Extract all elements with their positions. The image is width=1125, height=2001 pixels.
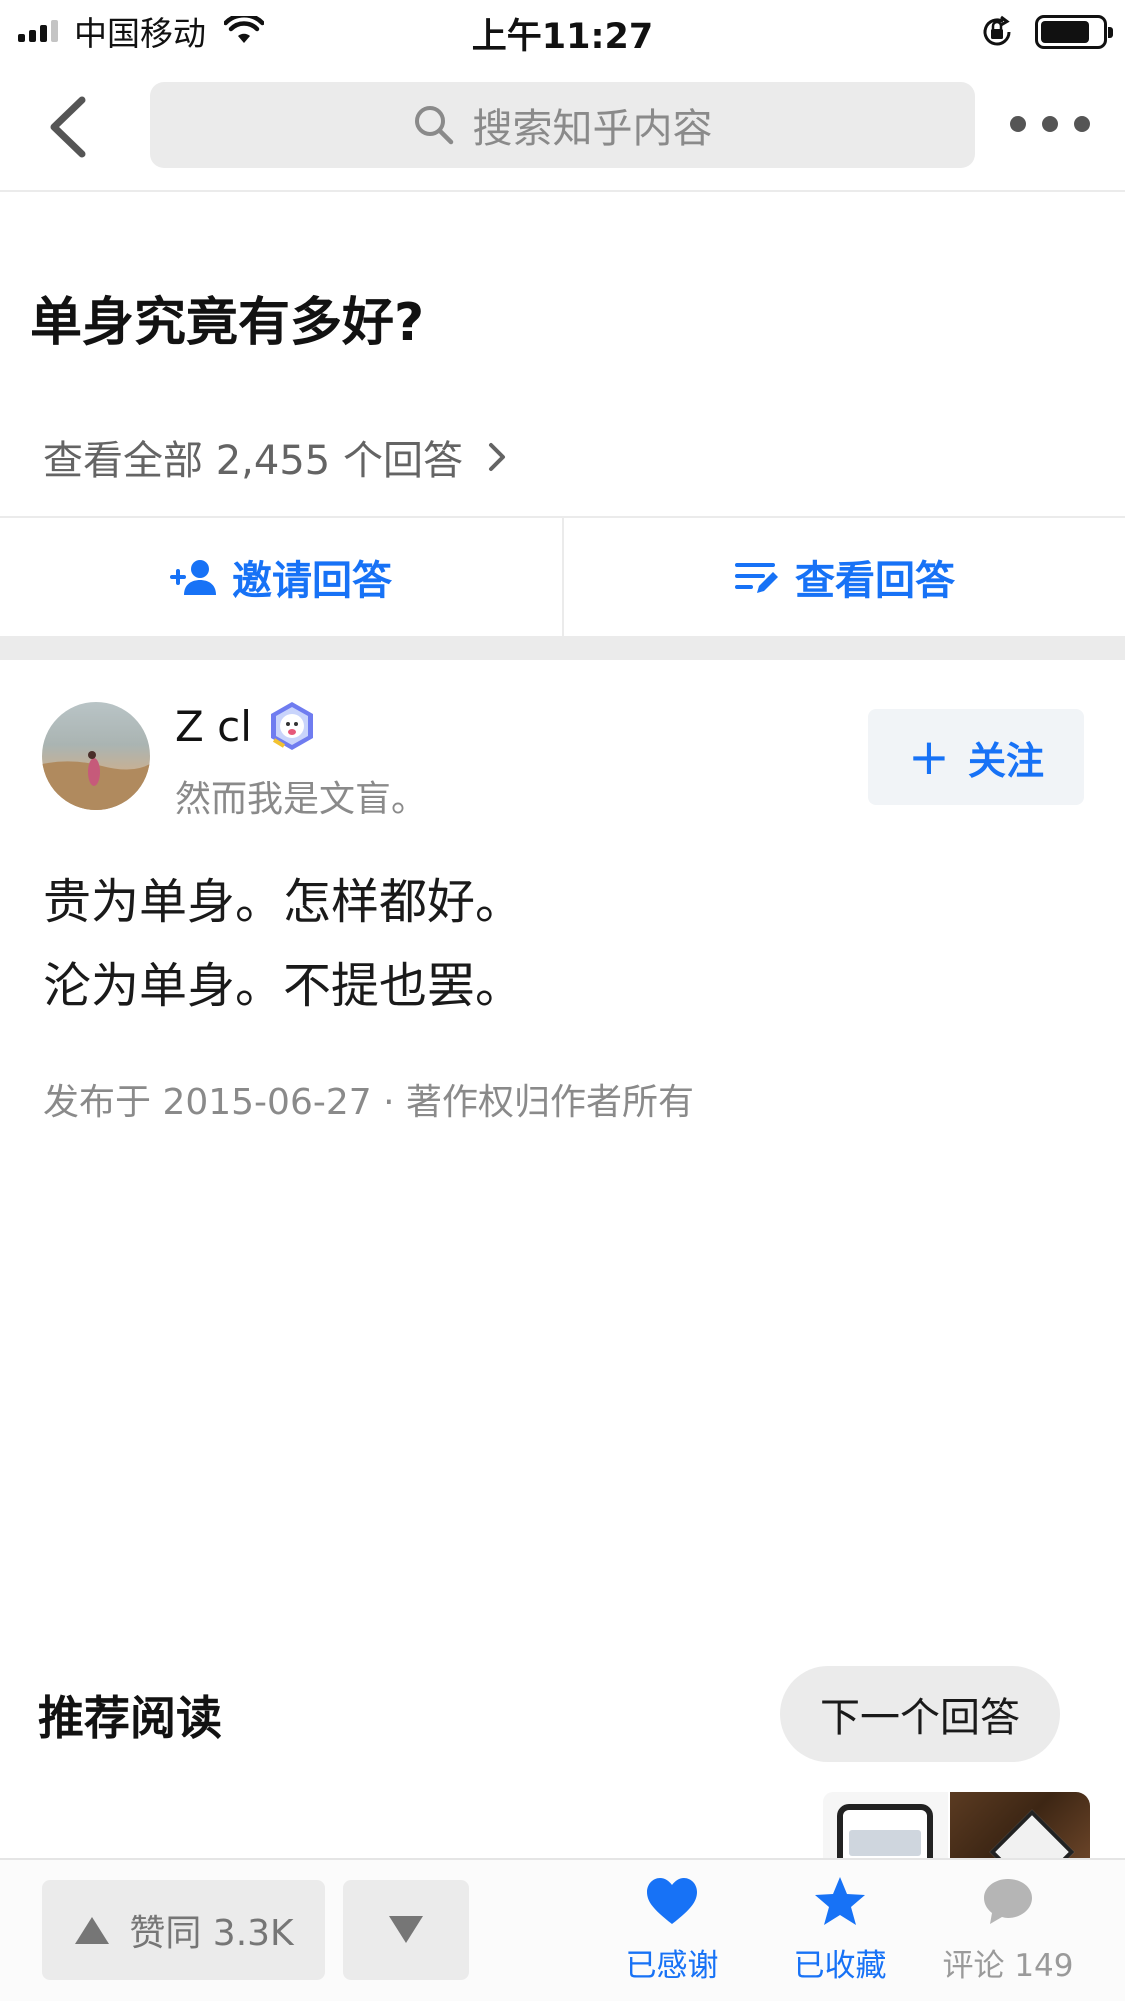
heart-icon <box>647 1878 697 1924</box>
edit-lines-icon <box>735 563 778 593</box>
search-icon <box>414 106 453 145</box>
follow-label: 关注 <box>967 738 1044 783</box>
recommend-title: 推荐阅读 <box>38 1691 222 1745</box>
bottom-toolbar: 赞同 3.3K 已感谢 已收藏 评论 149 <box>0 1858 1125 2001</box>
question-title[interactable]: 单身究竟有多好? <box>30 280 424 355</box>
question-actions: 邀请回答 查看回答 <box>0 516 1125 636</box>
view-all-answers-link[interactable]: 查看全部 2,455 个回答 <box>43 428 509 486</box>
back-chevron-icon[interactable] <box>40 92 100 162</box>
search-input[interactable]: 搜索知乎内容 <box>150 82 975 168</box>
member-badge-icon <box>270 702 313 750</box>
status-time: 上午11:27 <box>471 17 654 57</box>
follow-button[interactable]: + 关注 <box>868 709 1084 805</box>
rotation-lock-icon <box>983 15 1011 46</box>
collect-button[interactable]: 已收藏 <box>770 1874 910 1994</box>
author-name[interactable]: Z cl <box>175 702 252 751</box>
star-icon <box>815 1877 865 1925</box>
thanks-label: 已感谢 <box>625 1948 719 1984</box>
author-avatar[interactable] <box>42 702 150 810</box>
vote-up-label: 赞同 3.3K <box>129 1913 294 1954</box>
recommend-thumbnail[interactable] <box>950 1792 1090 1860</box>
more-options-button[interactable] <box>1010 104 1090 144</box>
answer-meta: 发布于 2015-06-27 · 著作权归作者所有 <box>43 1082 694 1123</box>
triangle-up-icon <box>75 1917 110 1944</box>
thanks-button[interactable]: 已感谢 <box>602 1874 742 1994</box>
answer-line: 沦为单身。不提也罢。 <box>43 958 524 1014</box>
comment-bubble-icon <box>984 1879 1032 1924</box>
avatar-photo <box>42 751 150 810</box>
battery-icon <box>1035 15 1113 49</box>
answer-line: 贵为单身。怎样都好。 <box>43 874 524 930</box>
answer-content: 贵为单身。怎样都好。 沦为单身。不提也罢。 <box>43 860 1083 1028</box>
view-answers-label: 查看回答 <box>795 558 955 604</box>
nav-bar: 搜索知乎内容 <box>0 62 1125 192</box>
view-all-answers-label: 查看全部 2,455 个回答 <box>43 438 463 484</box>
chevron-right-icon <box>488 443 505 471</box>
plus-icon: + <box>908 728 950 786</box>
more-dots-icon <box>1010 116 1026 132</box>
comment-button[interactable]: 评论 149 <box>938 1874 1078 1994</box>
next-answer-button[interactable]: 下一个回答 <box>780 1666 1060 1762</box>
section-divider <box>0 636 1125 660</box>
status-right <box>979 14 1113 50</box>
author-bio: 然而我是文盲。 <box>175 779 428 820</box>
search-placeholder: 搜索知乎内容 <box>472 106 713 152</box>
status-bar: 中国移动 上午11:27 <box>0 0 1125 62</box>
vote-down-button[interactable] <box>343 1880 469 1980</box>
recommend-thumbnail[interactable] <box>823 1792 948 1860</box>
comment-label: 评论 149 <box>942 1948 1074 1984</box>
collect-label: 已收藏 <box>793 1948 887 1984</box>
author-name-row: Z cl <box>175 700 318 752</box>
invite-answer-label: 邀请回答 <box>232 558 392 604</box>
vote-up-button[interactable]: 赞同 3.3K <box>42 1880 325 1980</box>
triangle-down-icon <box>389 1916 423 1943</box>
invite-answer-button[interactable]: 邀请回答 <box>0 518 562 636</box>
add-person-icon <box>170 560 216 595</box>
view-answers-button[interactable]: 查看回答 <box>562 518 1124 636</box>
